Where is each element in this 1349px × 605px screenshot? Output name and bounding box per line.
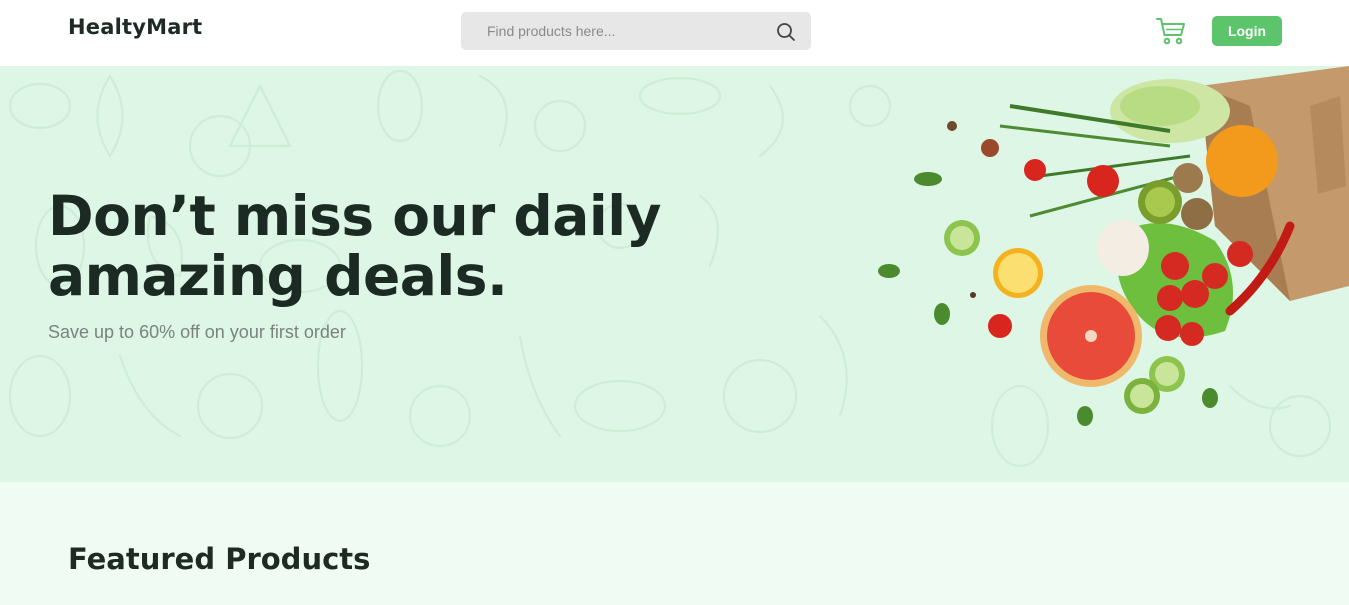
featured-products-section: Featured Products: [0, 482, 1349, 605]
brand-logo[interactable]: HealtyMart: [68, 15, 202, 39]
site-header: HealtyMart Login: [0, 0, 1349, 66]
grocery-bag-image: [878, 66, 1349, 426]
cart-icon[interactable]: [1155, 16, 1187, 46]
search-bar: [461, 12, 811, 50]
hero-subtitle: Save up to 60% off on your first order: [48, 322, 346, 342]
hero-banner: Don’t miss our daily amazing deals. Save…: [0, 66, 1349, 482]
hero-title: Don’t miss our daily amazing deals.: [48, 184, 661, 308]
featured-products-heading: Featured Products: [68, 542, 371, 576]
login-button[interactable]: Login: [1212, 16, 1282, 46]
search-icon[interactable]: [774, 20, 798, 44]
search-input[interactable]: [461, 12, 771, 50]
